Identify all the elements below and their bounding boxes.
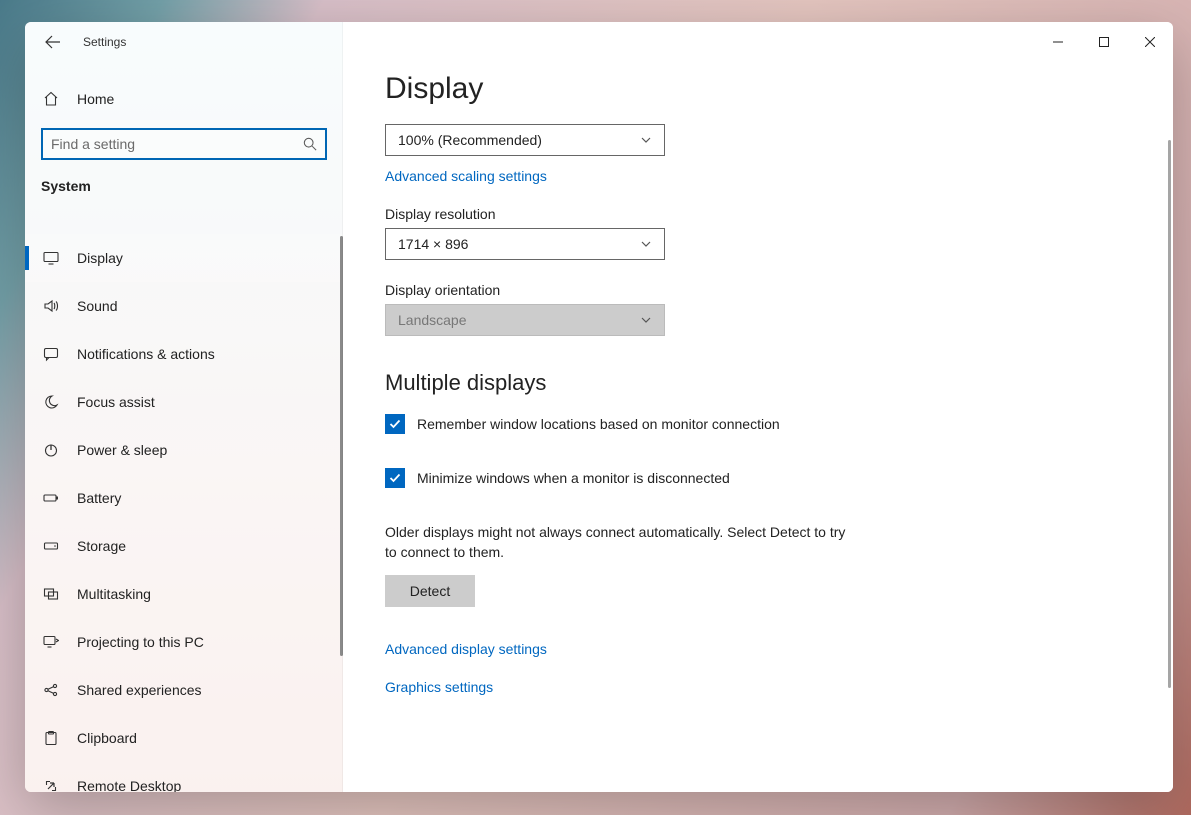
resolution-label: Display resolution	[385, 206, 1113, 222]
scale-value: 100% (Recommended)	[398, 132, 542, 148]
search-box[interactable]	[41, 128, 327, 160]
settings-window: Settings Home System Display Sound Notific…	[25, 22, 1173, 792]
close-button[interactable]	[1127, 22, 1173, 62]
multiple-displays-heading: Multiple displays	[385, 370, 1113, 396]
close-icon	[1145, 37, 1155, 47]
nav-item-focus-assist[interactable]: Focus assist	[25, 378, 343, 426]
nav-home[interactable]: Home	[25, 78, 343, 120]
nav-item-label: Battery	[77, 490, 121, 506]
nav-home-label: Home	[77, 91, 114, 107]
projecting-icon	[43, 634, 59, 650]
nav-item-multitasking[interactable]: Multitasking	[25, 570, 343, 618]
clipboard-icon	[43, 730, 59, 746]
checkmark-icon	[388, 417, 402, 431]
nav-item-label: Multitasking	[77, 586, 151, 602]
minimize-icon	[1053, 37, 1063, 47]
shared-icon	[43, 682, 59, 698]
nav-item-label: Power & sleep	[77, 442, 167, 458]
search-container	[25, 128, 343, 160]
moon-icon	[43, 394, 59, 410]
search-input[interactable]	[43, 136, 325, 152]
back-button[interactable]	[43, 32, 63, 52]
back-arrow-icon	[45, 34, 61, 50]
power-icon	[43, 442, 59, 458]
chevron-down-icon	[640, 314, 652, 326]
chevron-down-icon	[640, 238, 652, 250]
main-panel: Display 100% (Recommended) Advanced scal…	[343, 22, 1173, 792]
nav-item-label: Clipboard	[77, 730, 137, 746]
advanced-scaling-link[interactable]: Advanced scaling settings	[385, 168, 547, 184]
nav-item-label: Display	[77, 250, 123, 266]
window-controls	[1035, 22, 1173, 62]
minimize-windows-checkbox[interactable]	[385, 468, 405, 488]
home-icon	[43, 91, 59, 107]
orientation-label: Display orientation	[385, 282, 1113, 298]
remember-locations-label: Remember window locations based on monit…	[417, 416, 780, 432]
detect-button[interactable]: Detect	[385, 575, 475, 607]
resolution-value: 1714 × 896	[398, 236, 468, 252]
maximize-icon	[1099, 37, 1109, 47]
minimize-windows-row: Minimize windows when a monitor is disco…	[385, 468, 1113, 488]
minimize-windows-label: Minimize windows when a monitor is disco…	[417, 470, 730, 486]
page-content: 100% (Recommended) Advanced scaling sett…	[343, 124, 1173, 695]
search-icon	[303, 137, 317, 151]
nav-item-label: Focus assist	[77, 394, 155, 410]
nav-item-label: Projecting to this PC	[77, 634, 204, 650]
nav-item-label: Remote Desktop	[77, 778, 181, 792]
detect-help-text: Older displays might not always connect …	[385, 522, 855, 563]
nav-item-power-sleep[interactable]: Power & sleep	[25, 426, 343, 474]
titlebar-left: Settings	[25, 22, 343, 62]
nav-item-storage[interactable]: Storage	[25, 522, 343, 570]
nav-item-shared-experiences[interactable]: Shared experiences	[25, 666, 343, 714]
remember-locations-checkbox[interactable]	[385, 414, 405, 434]
orientation-dropdown: Landscape	[385, 304, 665, 336]
nav-item-label: Notifications & actions	[77, 346, 215, 362]
orientation-value: Landscape	[398, 312, 467, 328]
nav-item-projecting-to-this-pc[interactable]: Projecting to this PC	[25, 618, 343, 666]
sound-icon	[43, 298, 59, 314]
content-scrollbar[interactable]	[1168, 140, 1171, 688]
advanced-display-link[interactable]: Advanced display settings	[385, 641, 547, 657]
remember-locations-row: Remember window locations based on monit…	[385, 414, 1113, 434]
nav-item-clipboard[interactable]: Clipboard	[25, 714, 343, 762]
nav-item-remote-desktop[interactable]: Remote Desktop	[25, 762, 343, 792]
chevron-down-icon	[640, 134, 652, 146]
nav-item-label: Shared experiences	[77, 682, 202, 698]
resolution-dropdown[interactable]: 1714 × 896	[385, 228, 665, 260]
nav-item-display[interactable]: Display	[25, 234, 343, 282]
nav-item-label: Storage	[77, 538, 126, 554]
monitor-icon	[43, 250, 59, 266]
graphics-settings-link[interactable]: Graphics settings	[385, 679, 493, 695]
nav-item-battery[interactable]: Battery	[25, 474, 343, 522]
notification-icon	[43, 346, 59, 362]
remote-icon	[43, 778, 59, 792]
minimize-button[interactable]	[1035, 22, 1081, 62]
battery-icon	[43, 490, 59, 506]
nav-list: Display Sound Notifications & actions Focus…	[25, 234, 343, 792]
app-title: Settings	[83, 35, 126, 49]
nav-item-label: Sound	[77, 298, 117, 314]
multitask-icon	[43, 586, 59, 602]
section-header-system: System	[25, 160, 343, 202]
maximize-button[interactable]	[1081, 22, 1127, 62]
scale-dropdown[interactable]: 100% (Recommended)	[385, 124, 665, 156]
sidebar: Settings Home System Display Sound Notific…	[25, 22, 343, 792]
nav-item-sound[interactable]: Sound	[25, 282, 343, 330]
checkmark-icon	[388, 471, 402, 485]
storage-icon	[43, 538, 59, 554]
nav-item-notifications-actions[interactable]: Notifications & actions	[25, 330, 343, 378]
